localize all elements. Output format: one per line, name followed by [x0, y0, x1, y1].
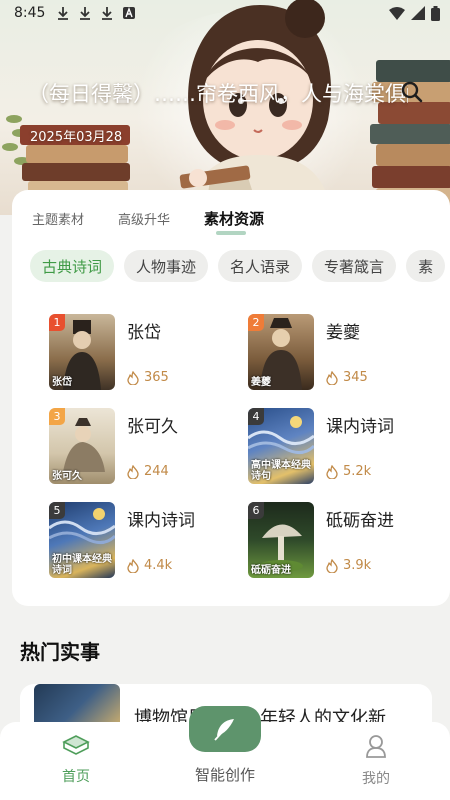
item-title: 张岱 [127, 318, 161, 343]
list-item[interactable]: 3 张可久 张可久 244 [49, 408, 239, 486]
rank-badge: 4 [248, 408, 264, 425]
signal-icon [411, 6, 425, 20]
item-heat: 5.2k [326, 464, 371, 479]
create-button-label[interactable]: 智能创作 [170, 764, 280, 785]
download-icon [77, 5, 93, 21]
status-bar: 8:45 [0, 0, 450, 26]
battery-icon [431, 6, 440, 21]
user-icon [365, 734, 387, 758]
thumbnail-caption: 姜夔 [251, 377, 271, 388]
nav-mine-label: 我的 [336, 768, 416, 788]
hero-quote[interactable]: （每日得馨）……帘卷西风，人与海棠俱醉 [28, 78, 408, 108]
item-heat: 4.4k [127, 558, 172, 573]
fire-icon [326, 465, 338, 479]
material-card: 主题素材 高级升华 素材资源 古典诗词 人物事迹 名人语录 专著箴言 素 1 张… [12, 190, 450, 606]
thumbnail-caption: 砥砺奋进 [251, 565, 291, 576]
rank-badge: 1 [49, 314, 65, 331]
item-heat-value: 3.9k [343, 558, 371, 573]
hero-banner[interactable]: （每日得馨）……帘卷西风，人与海棠俱醉 2025年03月28 [0, 0, 450, 215]
fire-icon [127, 559, 139, 573]
item-heat: 365 [127, 370, 169, 385]
thumbnail-caption: 张岱 [52, 377, 72, 388]
item-heat: 244 [127, 464, 169, 479]
list-item[interactable]: 5 初中课本经典诗词 课内诗词 4.4k [49, 502, 239, 580]
item-heat: 345 [326, 370, 368, 385]
create-button[interactable] [189, 706, 261, 752]
item-heat-value: 365 [144, 370, 169, 385]
item-heat-value: 244 [144, 464, 169, 479]
status-time: 8:45 [14, 5, 45, 21]
item-title: 课内诗词 [326, 412, 394, 437]
fire-icon [127, 465, 139, 479]
rank-badge: 3 [49, 408, 65, 425]
tab-advanced[interactable]: 高级升华 [118, 209, 170, 228]
item-thumbnail: 1 张岱 [49, 314, 115, 390]
item-title: 课内诗词 [127, 506, 195, 531]
nav-home-label: 首页 [36, 766, 116, 786]
item-title: 姜夔 [326, 318, 360, 343]
download-icon [55, 5, 71, 21]
wifi-icon [389, 6, 405, 20]
item-heat-value: 345 [343, 370, 368, 385]
item-heat-value: 5.2k [343, 464, 371, 479]
item-thumbnail: 5 初中课本经典诗词 [49, 502, 115, 578]
list-item[interactable]: 6 砥砺奋进 砥砺奋进 3.9k [248, 502, 438, 580]
thumbnail-caption: 初中课本经典诗词 [52, 554, 115, 576]
chip-classical-poetry[interactable]: 古典诗词 [30, 250, 114, 282]
fire-icon [326, 559, 338, 573]
item-title: 张可久 [127, 412, 178, 437]
item-thumbnail: 4 高中课本经典诗句 [248, 408, 314, 484]
nav-home[interactable]: 首页 [36, 734, 116, 786]
list-item[interactable]: 2 姜夔 姜夔 345 [248, 314, 438, 392]
item-heat: 3.9k [326, 558, 371, 573]
fire-icon [127, 371, 139, 385]
feather-pen-icon [212, 716, 238, 742]
text-app-icon [121, 5, 137, 21]
search-icon[interactable] [400, 80, 424, 104]
item-thumbnail: 6 砥砺奋进 [248, 502, 314, 578]
chip-quotes[interactable]: 名人语录 [218, 250, 302, 282]
list-item[interactable]: 1 张岱 张岱 365 [49, 314, 239, 392]
category-tabs: 主题素材 高级升华 素材资源 [32, 208, 298, 229]
rank-badge: 2 [248, 314, 264, 331]
tab-resources[interactable]: 素材资源 [204, 208, 264, 229]
tab-theme-material[interactable]: 主题素材 [32, 209, 84, 228]
chip-maxims[interactable]: 专著箴言 [312, 250, 396, 282]
fire-icon [326, 371, 338, 385]
download-icon [99, 5, 115, 21]
item-title: 砥砺奋进 [326, 506, 394, 531]
book-icon [62, 734, 90, 756]
hero-date: 2025年03月28 [30, 126, 122, 145]
rank-badge: 6 [248, 502, 264, 519]
chip-people-stories[interactable]: 人物事迹 [124, 250, 208, 282]
rank-badge: 5 [49, 502, 65, 519]
chip-more[interactable]: 素 [406, 250, 445, 282]
filter-chips: 古典诗词 人物事迹 名人语录 专著箴言 素 [30, 250, 450, 282]
thumbnail-caption: 张可久 [52, 471, 82, 482]
section-title-hot-news: 热门实事 [20, 636, 100, 665]
list-item[interactable]: 4 高中课本经典诗句 课内诗词 5.2k [248, 408, 438, 486]
nav-mine[interactable]: 我的 [336, 734, 416, 788]
thumbnail-caption: 高中课本经典诗句 [251, 460, 314, 482]
item-thumbnail: 3 张可久 [49, 408, 115, 484]
item-heat-value: 4.4k [144, 558, 172, 573]
item-thumbnail: 2 姜夔 [248, 314, 314, 390]
